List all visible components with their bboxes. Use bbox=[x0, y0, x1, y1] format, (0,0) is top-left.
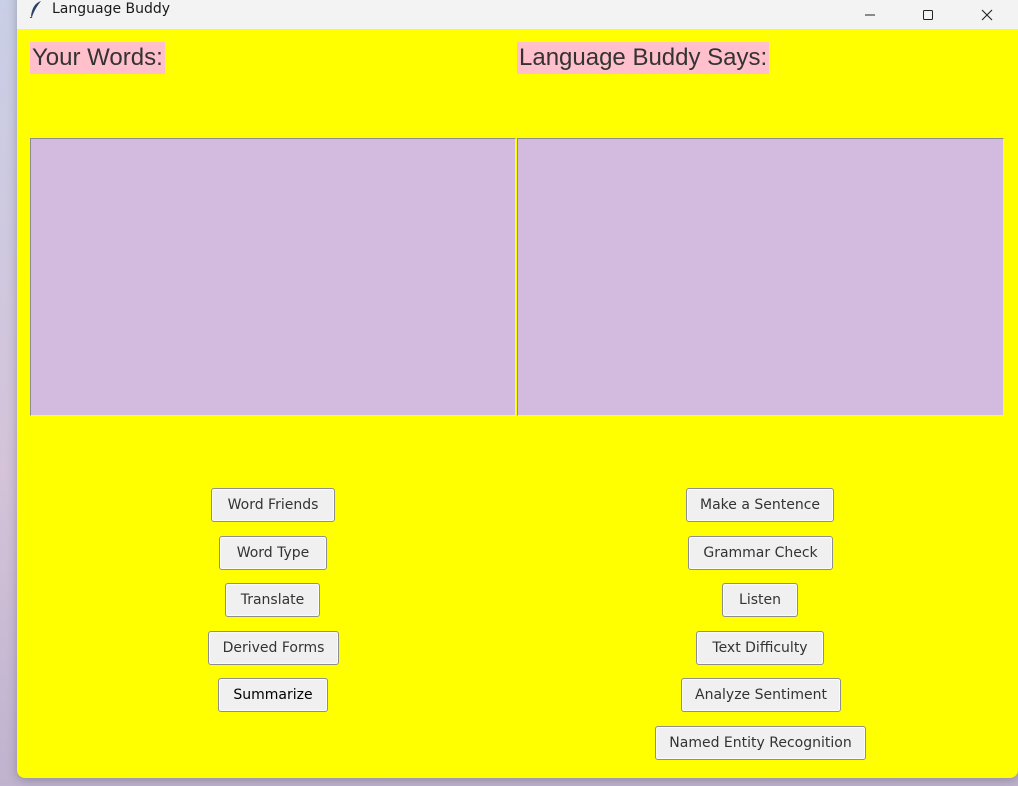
buddy-says-label: Language Buddy Says: bbox=[517, 42, 770, 74]
close-icon bbox=[981, 9, 993, 20]
grammar-check-button[interactable]: Grammar Check bbox=[688, 536, 833, 570]
input-text-area[interactable] bbox=[30, 138, 516, 416]
window-title: Language Buddy bbox=[52, 1, 171, 17]
feather-icon bbox=[29, 1, 41, 18]
word-type-button[interactable]: Word Type bbox=[219, 536, 327, 570]
app-window: Language Buddy Your Words: Language Budd… bbox=[17, 0, 1018, 778]
named-entity-recognition-button[interactable]: Named Entity Recognition bbox=[655, 726, 866, 760]
listen-button[interactable]: Listen bbox=[722, 583, 798, 617]
your-words-label: Your Words: bbox=[30, 42, 165, 74]
close-button[interactable] bbox=[964, 0, 1010, 29]
minimize-icon bbox=[865, 14, 875, 15]
text-difficulty-button[interactable]: Text Difficulty bbox=[696, 631, 824, 665]
analyze-sentiment-button[interactable]: Analyze Sentiment bbox=[681, 678, 841, 712]
output-text-area[interactable] bbox=[517, 138, 1004, 416]
maximize-button[interactable] bbox=[905, 0, 951, 29]
derived-forms-button[interactable]: Derived Forms bbox=[208, 631, 339, 665]
translate-button[interactable]: Translate bbox=[225, 583, 320, 617]
maximize-icon bbox=[923, 9, 933, 20]
word-friends-button[interactable]: Word Friends bbox=[211, 488, 335, 522]
title-bar[interactable]: Language Buddy bbox=[17, 0, 1018, 29]
summarize-button[interactable]: Summarize bbox=[218, 678, 328, 712]
minimize-button[interactable] bbox=[847, 0, 893, 29]
make-a-sentence-button[interactable]: Make a Sentence bbox=[686, 488, 834, 522]
